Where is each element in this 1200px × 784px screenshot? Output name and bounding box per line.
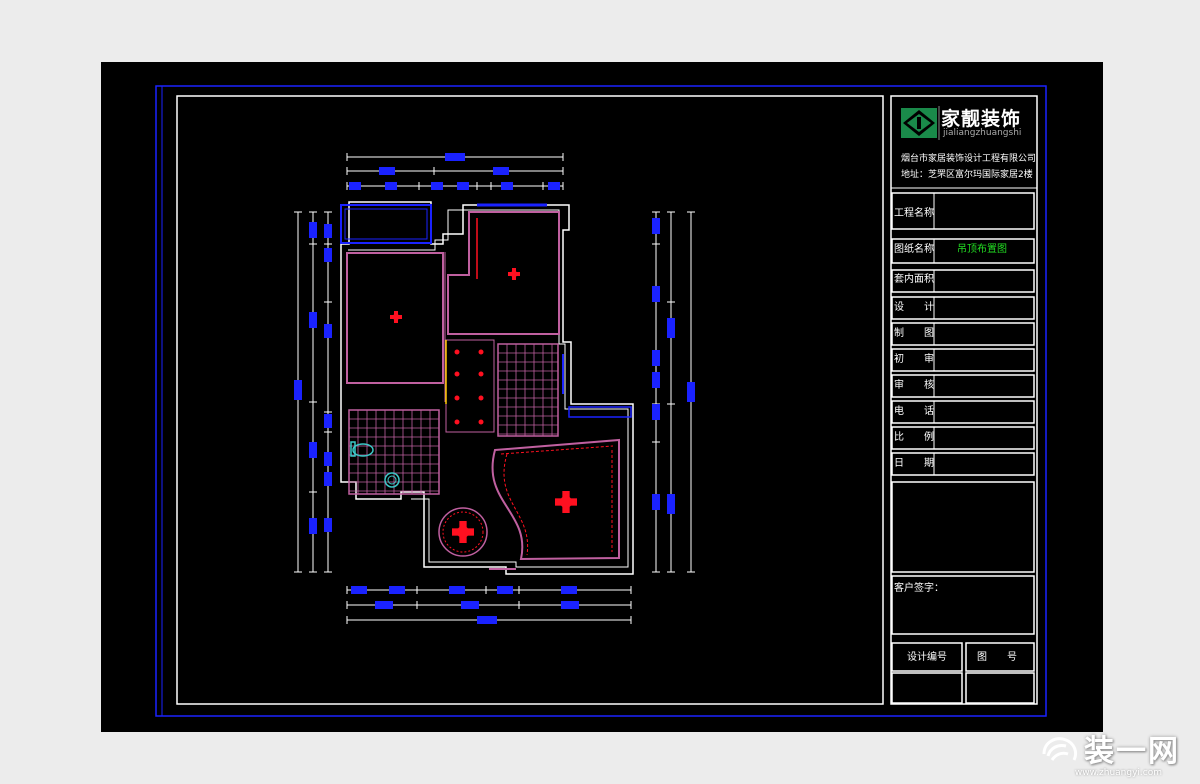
notes-box [891,481,1035,573]
watermark-url: www.zhuangyi.com [1074,768,1162,778]
floor-plan [340,201,634,575]
logo-text: 家靓装饰 [941,108,1022,130]
ceiling-light-icon [390,268,577,543]
company-address: 地址：芝罘区富尔玛国际家居2楼 [901,170,1033,180]
watermark-text: 装一网 [1084,734,1180,769]
label-audit: 审 核 [894,380,934,391]
label-scale: 比 例 [894,432,934,443]
label-drawing-no: 图 号 [977,652,1017,663]
label-project-name: 工程名称 [894,208,934,219]
label-drawing-name: 图纸名称 [894,244,934,255]
logo-mark-icon [901,108,937,138]
label-area: 套内面积 [894,274,934,285]
title-block-frame [890,95,1038,705]
label-design: 设 计 [894,302,934,313]
label-design-no: 设计编号 [907,652,947,663]
label-date: 日 期 [894,458,934,469]
logo-subtext: jialiangzhuangshi [943,128,1022,138]
label-first-review: 初 审 [894,354,934,365]
drawing-frame [176,95,884,705]
label-phone: 电 话 [894,406,934,417]
label-client-signature: 客户签字： [894,583,944,594]
company-name: 烟台市家居装饰设计工程有限公司 [901,154,1037,164]
label-drafting: 制 图 [894,328,934,339]
value-drawing-name: 吊顶布置图 [957,244,1007,255]
drawing-sheet: 家靓装饰 jialiangzhuangshi 烟台市家居装饰设计工程有限公司 地… [101,62,1103,732]
watermark-logo-icon [1042,737,1078,761]
